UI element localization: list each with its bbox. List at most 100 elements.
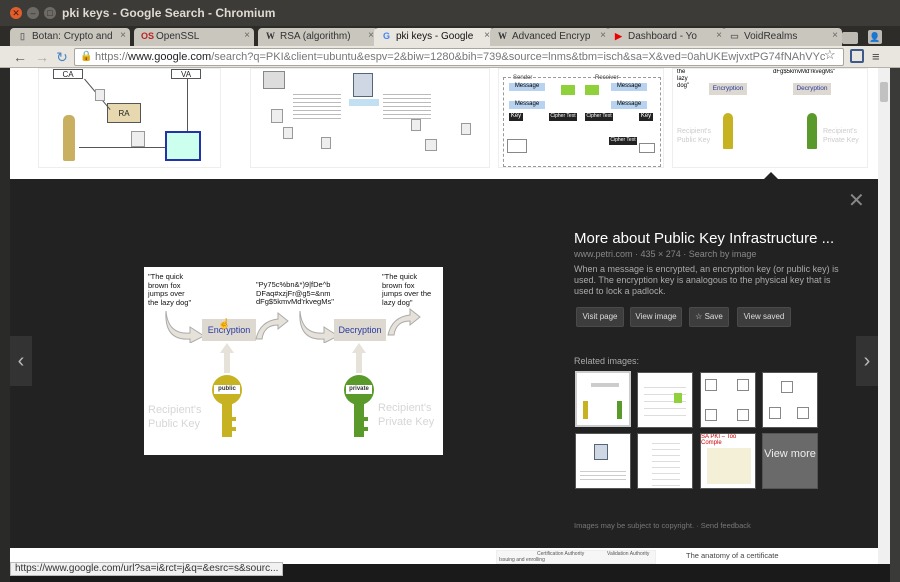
lock-icon: ▯ [20, 31, 25, 41]
image-result-thumbnail[interactable]: Sender Receiver Message Message Message … [498, 68, 664, 168]
plaintext-quote: "The quick brown fox jumps over the lazy… [148, 272, 192, 307]
view-more-button[interactable]: View more [762, 433, 818, 489]
openssl-icon: OS [141, 31, 155, 41]
lock-icon: 🔒 [80, 51, 93, 62]
text-block [652, 438, 680, 488]
result-description: When a message is encrypted, an encrypti… [574, 264, 839, 296]
related-image-thumbnail[interactable] [575, 371, 631, 427]
text-block [383, 91, 431, 121]
key-mini-icon [617, 401, 622, 419]
text-block [293, 91, 341, 121]
scrollbar-thumb[interactable] [880, 82, 888, 102]
url-host: www.google.com [128, 51, 212, 63]
bookmark-star-icon[interactable]: ☆ [824, 47, 836, 63]
decryption-box: Decryption [334, 319, 386, 341]
private-key-icon [807, 113, 817, 149]
view-saved-button[interactable]: View saved [737, 307, 791, 327]
result-title-link[interactable]: More about Public Key Infrastructure ... [574, 230, 834, 247]
laptop-icon [639, 143, 655, 153]
diagram-box [705, 379, 717, 391]
related-image-thumbnail[interactable] [700, 372, 756, 428]
desktop-background [0, 68, 10, 582]
image-result-thumbnail-selected[interactable]: the lazy dog" dFg$5kmvMd'rkvegMs" Encryp… [672, 68, 868, 168]
save-label: Save [704, 312, 723, 321]
document-icon [461, 123, 471, 135]
document-icon [271, 109, 283, 123]
related-image-thumbnail[interactable] [637, 433, 693, 489]
thumbnail-caption: SA PKI – Too Comple [701, 434, 755, 446]
tab-voidrealms[interactable]: ▭ VoidRealms × [722, 28, 842, 46]
reload-button[interactable]: ↻ [54, 49, 70, 65]
tab-close-icon[interactable]: × [832, 30, 838, 41]
tab-pki-keys[interactable]: G pki keys - Google × [374, 28, 494, 46]
view-image-button[interactable]: View image [630, 307, 682, 327]
url-scheme: https:// [95, 51, 129, 63]
image-result-caption[interactable]: The anatomy of a certificate [686, 551, 779, 560]
diagram-box [769, 407, 781, 419]
tab-rsa[interactable]: W RSA (algorithm) × [258, 28, 378, 46]
recipient-public-key-text: Recipient's Public Key [677, 128, 712, 144]
save-button[interactable]: ☆ Save [689, 307, 729, 327]
tab-label: Botan: Crypto and [32, 31, 113, 42]
gibberish-text: dFg$5kmvMd'rkvegMs" [773, 69, 836, 75]
tab-close-icon[interactable]: × [244, 30, 250, 41]
up-arrow-icon [220, 343, 234, 373]
wikipedia-icon: W [498, 31, 507, 41]
browser-toolbar: ← → ↻ 🔒 https://www.google.com/search?q=… [0, 46, 900, 68]
message-box: Message [509, 101, 545, 109]
status-url-bubble: https://www.google.com/url?sa=i&rct=j&q=… [10, 562, 284, 576]
image-result-thumbnail[interactable]: Certification Authority Validation Autho… [496, 550, 656, 564]
diagram-area [707, 448, 751, 484]
image-preview-panel: ✕ ‹ › "The quick brown fox jumps over th… [10, 179, 878, 548]
next-image-button[interactable]: › [856, 336, 878, 386]
previous-image-button[interactable]: ‹ [10, 336, 32, 386]
public-key-tag: public [214, 385, 240, 394]
preview-image[interactable]: "The quick brown fox jumps over the lazy… [144, 267, 443, 455]
extension-icon[interactable] [850, 49, 864, 63]
window-maximize-button[interactable]: □ [44, 7, 56, 19]
hand-cursor-icon: ☝ [218, 319, 231, 330]
menu-icon[interactable]: ≡ [872, 49, 880, 64]
related-image-thumbnail[interactable] [575, 433, 631, 489]
related-image-thumbnail[interactable]: SA PKI – Too Comple [700, 433, 756, 489]
copyright-feedback-note[interactable]: Images may be subject to copyright. · Se… [574, 521, 751, 530]
diagram-box [737, 379, 749, 391]
forward-button[interactable]: → [34, 49, 50, 65]
related-image-thumbnail[interactable] [762, 372, 818, 428]
window-minimize-button[interactable]: – [27, 7, 39, 19]
tab-botan[interactable]: ▯ Botan: Crypto and × [10, 28, 130, 46]
visit-page-button[interactable]: Visit page [576, 307, 624, 327]
tab-label: pki keys - Google [396, 31, 474, 42]
text-block [580, 468, 626, 482]
public-key-icon [723, 113, 733, 149]
back-button[interactable]: ← [12, 49, 28, 65]
window-title: pki keys - Google Search - Chromium [62, 6, 276, 20]
image-result-thumbnail[interactable] [250, 68, 490, 168]
image-result-thumbnail[interactable]: CA VA RA [38, 68, 221, 168]
diagram-box [797, 407, 809, 419]
tab-dashboard[interactable]: ▶ Dashboard - Yo × [606, 28, 726, 46]
window-close-button[interactable]: ✕ [10, 7, 22, 19]
page-icon: ▭ [730, 31, 739, 41]
diagram-box [737, 409, 749, 421]
url-path: /search?q=PKI&client=ubuntu&espv=2&biw=1… [211, 51, 826, 63]
scrollbar[interactable] [878, 68, 890, 564]
diagram-box-ra: RA [107, 103, 141, 123]
cipher-box: Cipher Text [549, 113, 577, 121]
tab-openssl[interactable]: OS OpenSSL × [134, 28, 254, 46]
server-icon [353, 73, 373, 97]
address-bar[interactable]: 🔒 https://www.google.com/search?q=PKI&cl… [74, 48, 844, 66]
tab-label: Advanced Encryp [512, 31, 591, 42]
google-icon: G [382, 31, 390, 41]
diagram-box [781, 381, 793, 393]
key-box: Key [509, 113, 523, 121]
close-icon[interactable]: ✕ [848, 191, 865, 211]
recipient-public-key-text: Recipient's Public Key [148, 404, 202, 430]
related-image-thumbnail[interactable] [637, 372, 693, 428]
new-tab-button[interactable] [842, 32, 858, 44]
profile-icon[interactable]: 👤 [868, 30, 882, 44]
tab-aes[interactable]: W Advanced Encryp × [490, 28, 610, 46]
laptop-icon [507, 139, 527, 153]
wikipedia-icon: W [266, 31, 275, 41]
tab-close-icon[interactable]: × [120, 30, 126, 41]
